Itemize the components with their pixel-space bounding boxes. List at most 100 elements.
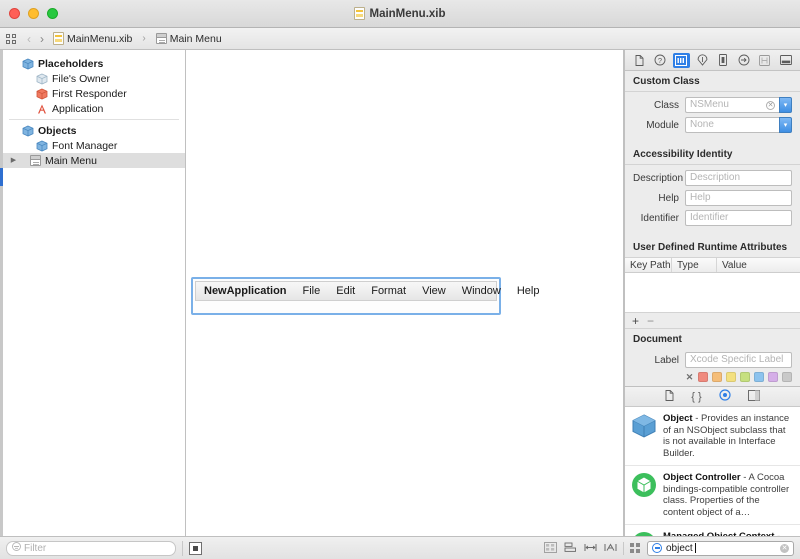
outline-group-objects[interactable]: Objects	[3, 123, 185, 138]
library-item-title: Object Controller	[663, 472, 741, 483]
swatch-green[interactable]	[740, 372, 750, 382]
grid-icon[interactable]	[6, 33, 18, 45]
list-item[interactable]: Object - Provides an instance of an NSOb…	[625, 407, 800, 466]
remove-attribute-button[interactable]: −	[647, 314, 654, 328]
list-item[interactable]: Object Controller - A Cocoa bindings-com…	[625, 466, 800, 525]
back-button[interactable]: ‹	[27, 33, 31, 45]
menu-item-file[interactable]: File	[295, 282, 329, 300]
field-row-swatches: ✕	[633, 372, 792, 382]
align-grid-icon[interactable]	[543, 542, 557, 554]
size-inspector-tab[interactable]	[714, 53, 731, 68]
swatch-orange[interactable]	[712, 372, 722, 382]
swatch-red[interactable]	[698, 372, 708, 382]
outline-item-first-responder[interactable]: First Responder	[3, 86, 185, 101]
menu-item-window[interactable]: Window	[454, 282, 509, 300]
bindings-inspector-tab[interactable]	[756, 53, 773, 68]
list-item[interactable]: Managed Object Context - An instance of …	[625, 525, 800, 536]
column-key-path: Key Path	[625, 258, 672, 272]
canvas-toggle-icon[interactable]	[189, 541, 202, 555]
file-template-library-tab[interactable]	[665, 389, 674, 404]
class-input[interactable]: NSMenu ✕	[685, 97, 779, 113]
attributes-inspector-tab[interactable]	[694, 53, 711, 68]
object-library-tab[interactable]	[719, 389, 731, 404]
outline-label: Objects	[38, 124, 77, 137]
align-horizontal-icon[interactable]	[583, 542, 597, 554]
module-combo[interactable]: None ▾	[685, 117, 792, 133]
xib-file-icon	[354, 7, 366, 20]
view-effects-tab[interactable]	[777, 53, 794, 68]
field-row-help: Help Help	[633, 190, 792, 206]
library-item-list[interactable]: Object - Provides an instance of an NSOb…	[625, 407, 800, 536]
canvas-status-area	[183, 541, 624, 555]
code-snippet-library-tab[interactable]: { }	[691, 391, 701, 403]
outline-label: File's Owner	[52, 72, 111, 85]
swatch-none[interactable]: ✕	[685, 372, 694, 382]
menu-item-edit[interactable]: Edit	[328, 282, 363, 300]
quick-help-tab[interactable]: ?	[652, 53, 669, 68]
align-objects-icon[interactable]	[563, 542, 577, 554]
main-menu-widget[interactable]: NewApplication File Edit Format View Win…	[191, 277, 539, 315]
menu-item-view[interactable]: View	[414, 282, 454, 300]
design-canvas[interactable]: NewApplication File Edit Format View Win…	[186, 50, 624, 536]
module-dropdown-arrow[interactable]: ▾	[779, 117, 792, 133]
outline-item-main-menu[interactable]: ▶ Main Menu	[3, 153, 185, 168]
cube-icon	[22, 125, 34, 137]
connections-inspector-tab[interactable]	[735, 53, 752, 68]
library-grid-icon[interactable]	[630, 542, 642, 554]
swatch-purple[interactable]	[768, 372, 778, 382]
class-combo[interactable]: NSMenu ✕ ▾	[685, 97, 792, 113]
breadcrumb-item-mainmenu[interactable]: Main Menu	[155, 32, 222, 45]
breadcrumb-item-file[interactable]: MainMenu.xib	[53, 32, 132, 45]
menu-item-newapplication[interactable]: NewApplication	[202, 282, 295, 300]
disclosure-triangle-icon[interactable]: ▶	[9, 157, 18, 164]
section-custom-class-title: Custom Class	[625, 71, 800, 92]
search-input[interactable]: Filter	[6, 540, 176, 556]
library-search-input[interactable]: object ✕	[647, 540, 794, 556]
swatch-blue[interactable]	[754, 372, 764, 382]
section-document-body: Label Xcode Specific Label ✕	[625, 347, 800, 386]
breadcrumb-mainmenu-label: Main Menu	[169, 32, 222, 45]
clear-icon[interactable]: ✕	[780, 543, 789, 553]
media-library-tab[interactable]	[747, 389, 760, 404]
identity-inspector-tab[interactable]	[672, 52, 690, 68]
help-control: Help	[685, 190, 792, 206]
cube-blue-icon	[36, 140, 48, 152]
status-bar: Filter object ✕	[0, 536, 800, 559]
field-row-module: Module None ▾	[633, 117, 792, 133]
window-title-text: MainMenu.xib	[369, 7, 446, 20]
left-edge-scroll-strip[interactable]	[0, 50, 3, 536]
field-row-identifier: Identifier Identifier	[633, 210, 792, 226]
menu-item-help[interactable]: Help	[509, 282, 548, 300]
field-row-label: Label Xcode Specific Label	[633, 352, 792, 368]
description-input[interactable]: Description	[685, 170, 792, 186]
outline-item-files-owner[interactable]: File's Owner	[3, 71, 185, 86]
menu-item-format[interactable]: Format	[363, 282, 414, 300]
help-input[interactable]: Help	[685, 190, 792, 206]
outline-item-application[interactable]: Application	[3, 101, 185, 116]
inspector-content: Custom Class Class NSMenu ✕ ▾ Module Non…	[625, 71, 800, 386]
runtime-attributes-table[interactable]	[625, 273, 800, 313]
align-vertical-icon[interactable]	[603, 542, 617, 554]
swatch-yellow[interactable]	[726, 372, 736, 382]
menu-bar[interactable]: NewApplication File Edit Format View Win…	[195, 281, 539, 301]
file-inspector-tab[interactable]	[631, 53, 648, 68]
add-attribute-button[interactable]: +	[632, 314, 639, 328]
inspector-tab-bar: ?	[625, 50, 800, 71]
field-row-description: Description Description	[633, 170, 792, 186]
identifier-input[interactable]: Identifier	[685, 210, 792, 226]
forward-button[interactable]: ›	[40, 33, 44, 45]
class-dropdown-arrow[interactable]: ▾	[779, 97, 792, 113]
outline-item-font-manager[interactable]: Font Manager	[3, 138, 185, 153]
module-control: None ▾	[685, 117, 792, 133]
outline-group-placeholders[interactable]: Placeholders	[3, 56, 185, 71]
menu-object-icon	[155, 33, 167, 44]
clear-icon[interactable]: ✕	[766, 100, 775, 110]
breadcrumb-file-label: MainMenu.xib	[67, 32, 133, 45]
label-input[interactable]: Xcode Specific Label	[685, 352, 792, 368]
outline-label: Placeholders	[38, 57, 104, 70]
module-input[interactable]: None	[685, 117, 779, 133]
outline-divider	[9, 119, 179, 120]
class-control: NSMenu ✕ ▾	[685, 97, 792, 113]
swatch-gray[interactable]	[782, 372, 792, 382]
library-panel: { } Object - Provides an instance of an …	[625, 386, 800, 536]
